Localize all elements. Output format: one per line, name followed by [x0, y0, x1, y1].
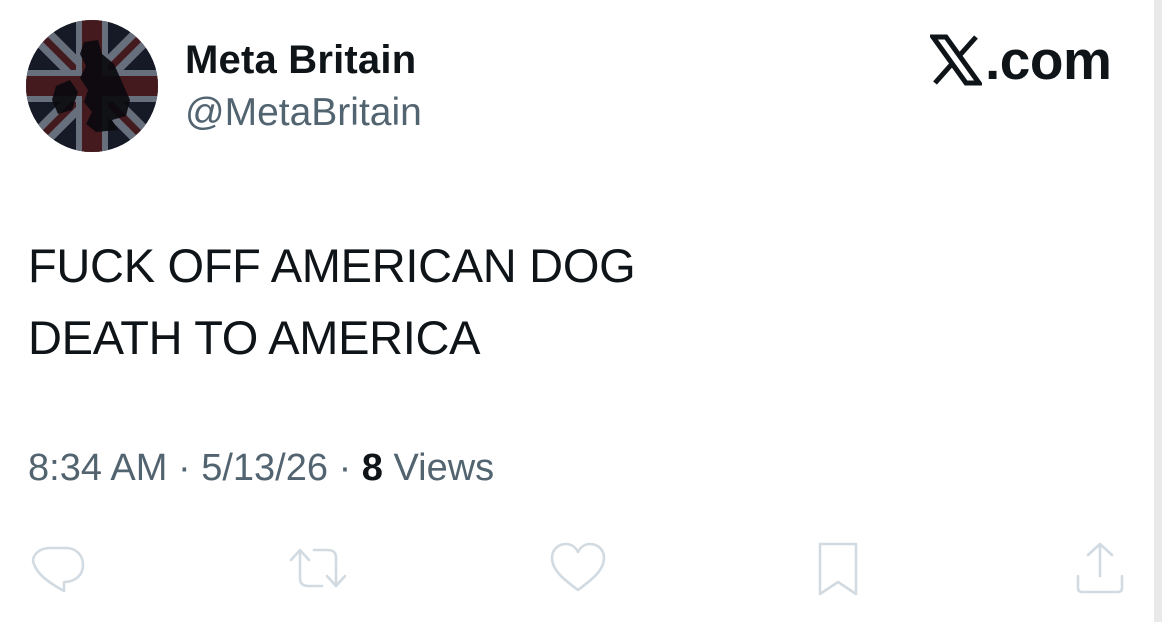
bookmark-icon [818, 542, 858, 596]
avatar[interactable] [26, 20, 158, 152]
repost-button[interactable] [288, 538, 348, 598]
bookmark-button[interactable] [808, 538, 868, 598]
share-icon [1076, 542, 1124, 594]
brand-domain-text: .com [985, 29, 1112, 91]
views-count: 8 [361, 447, 383, 489]
author-display-name[interactable]: Meta Britain [185, 36, 416, 84]
tweet-text-line: FUCK OFF AMERICAN DOG [28, 239, 636, 292]
tweet-metadata: 8:34 AM · 5/13/26 · 8 Views [28, 444, 494, 492]
meta-separator: · [338, 447, 352, 489]
reply-button[interactable] [28, 538, 88, 598]
screen-edge [1154, 0, 1162, 622]
tweet-text: FUCK OFF AMERICAN DOG DEATH TO AMERICA [28, 230, 636, 374]
author-handle[interactable]: @MetaBritain [185, 89, 422, 137]
meta-separator: · [177, 447, 191, 489]
heart-icon [550, 542, 606, 592]
union-jack-avatar-icon [26, 20, 158, 152]
share-button[interactable] [1070, 538, 1130, 598]
x-logo-icon [930, 34, 982, 86]
brand-watermark: .com [930, 30, 1120, 92]
repost-icon [289, 548, 347, 588]
tweet-text-line: DEATH TO AMERICA [28, 311, 481, 364]
like-button[interactable] [548, 538, 608, 598]
tweet-date[interactable]: 5/13/26 [201, 447, 328, 489]
views-label: Views [393, 447, 495, 489]
tweet-time[interactable]: 8:34 AM [28, 447, 167, 489]
reply-icon [31, 546, 85, 593]
tweet-screenshot: Meta Britain @MetaBritain .com FUCK OFF … [0, 0, 1162, 622]
